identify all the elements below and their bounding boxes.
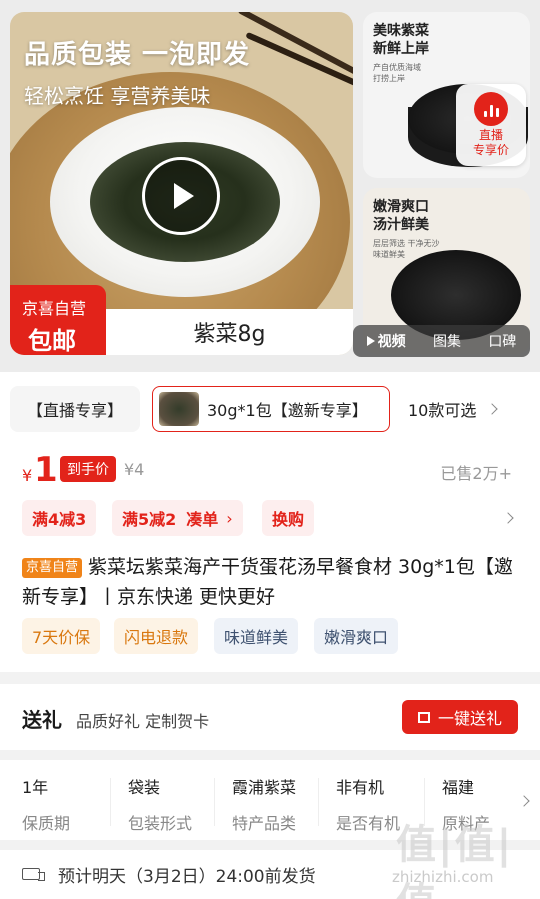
gift-section: 送礼 品质好礼 定制贺卡 一键送礼 xyxy=(0,684,540,750)
spec-option-selected[interactable]: 30g*1包【邀新专享】 xyxy=(152,386,390,432)
promotion-row: 满4减3 满5减2 凑单 › 换购 xyxy=(22,500,530,538)
chevron-right-icon xyxy=(518,795,530,807)
spec-shelf-life: 1年 保质期 xyxy=(22,778,71,833)
spec-specialty: 霞浦紫菜 特产品类 xyxy=(232,778,297,833)
chevron-right-icon[interactable] xyxy=(502,512,514,524)
tab-video[interactable]: 视频 xyxy=(366,331,406,351)
divider xyxy=(110,778,111,826)
currency-symbol: ¥ xyxy=(22,466,33,485)
tab-reviews[interactable]: 口碑 xyxy=(488,331,516,351)
main-product-image[interactable]: 品质包装 一泡即发 轻松烹饪 享营养美味 京喜自营 包邮 紫菜8g xyxy=(10,12,353,355)
play-icon xyxy=(366,336,375,346)
tag-taste[interactable]: 味道鲜美 xyxy=(214,618,299,654)
tag-price-protect[interactable]: 7天价保 xyxy=(22,618,101,654)
spec-thumbnail xyxy=(159,392,199,426)
gift-title: 送礼 xyxy=(22,708,62,732)
promo-coupon-2[interactable]: 满5减2 凑单 › xyxy=(112,500,243,536)
spec-option-live[interactable]: 【直播专享】 xyxy=(10,386,140,432)
image-headline: 品质包装 一泡即发 xyxy=(24,40,251,70)
current-price: 1 xyxy=(34,450,58,490)
jingxi-tag: 京喜自营 xyxy=(22,558,83,578)
tag-fast-refund[interactable]: 闪电退款 xyxy=(114,618,199,654)
live-exclusive-price-button[interactable]: 直播 专享价 xyxy=(456,84,526,166)
service-tags: 7天价保 闪电退款 味道鲜美 嫩滑爽口 xyxy=(22,618,522,654)
sold-count: 已售2万+ xyxy=(440,464,512,483)
gift-icon xyxy=(417,711,430,723)
shipping-estimate: 预计明天（3月2日）24:00前发货 xyxy=(58,867,316,887)
spec-selector: 【直播专享】 30g*1包【邀新专享】 10款可选 xyxy=(10,386,530,432)
chevron-right-icon: › xyxy=(226,508,233,528)
spec-packaging: 袋装 包装形式 xyxy=(128,778,193,833)
live-icon xyxy=(474,92,508,126)
price-row: ¥ 1 到手价 ¥4 已售2万+ xyxy=(22,450,522,492)
tag-texture[interactable]: 嫩滑爽口 xyxy=(314,618,399,654)
product-page: 品质包装 一泡即发 轻松烹饪 享营养美味 京喜自营 包邮 紫菜8g 美味紫菜 新… xyxy=(0,0,540,899)
play-video-button[interactable] xyxy=(142,157,220,235)
original-price: ¥4 xyxy=(124,460,145,479)
gift-subtitle: 品质好礼 定制贺卡 xyxy=(76,712,210,731)
send-gift-button[interactable]: 一键送礼 xyxy=(402,700,518,734)
divider xyxy=(214,778,215,826)
final-price-badge: 到手价 xyxy=(60,456,116,482)
image-product-name: 紫菜8g xyxy=(106,309,353,355)
product-info: 【直播专享】 30g*1包【邀新专享】 10款可选 ¥ 1 到手价 ¥4 已售2… xyxy=(0,372,540,672)
image-subline: 轻松烹饪 享营养美味 xyxy=(24,84,211,108)
promo-exchange[interactable]: 换购 xyxy=(262,500,315,536)
play-icon xyxy=(174,183,194,209)
truck-icon xyxy=(22,868,45,881)
more-specs-link[interactable]: 10款可选 xyxy=(408,386,499,432)
image-gallery: 品质包装 一泡即发 轻松烹饪 享营养美味 京喜自营 包邮 紫菜8g 美味紫菜 新… xyxy=(0,0,540,372)
chevron-right-icon xyxy=(486,403,499,415)
media-tabs: 视频 图集 口碑 xyxy=(353,325,530,357)
tab-gallery[interactable]: 图集 xyxy=(433,331,461,351)
promo-coupon-1[interactable]: 满4减3 xyxy=(22,500,97,536)
divider xyxy=(318,778,319,826)
product-title: 京喜自营 紫菜坛紫菜海产干货蛋花汤早餐食材 30g*1包【邀新专享】丨京东快递 更… xyxy=(22,556,513,608)
watermark-url: zhizhizhi.com xyxy=(392,868,494,886)
jingxi-self-operated-badge: 京喜自营 包邮 xyxy=(10,285,106,355)
